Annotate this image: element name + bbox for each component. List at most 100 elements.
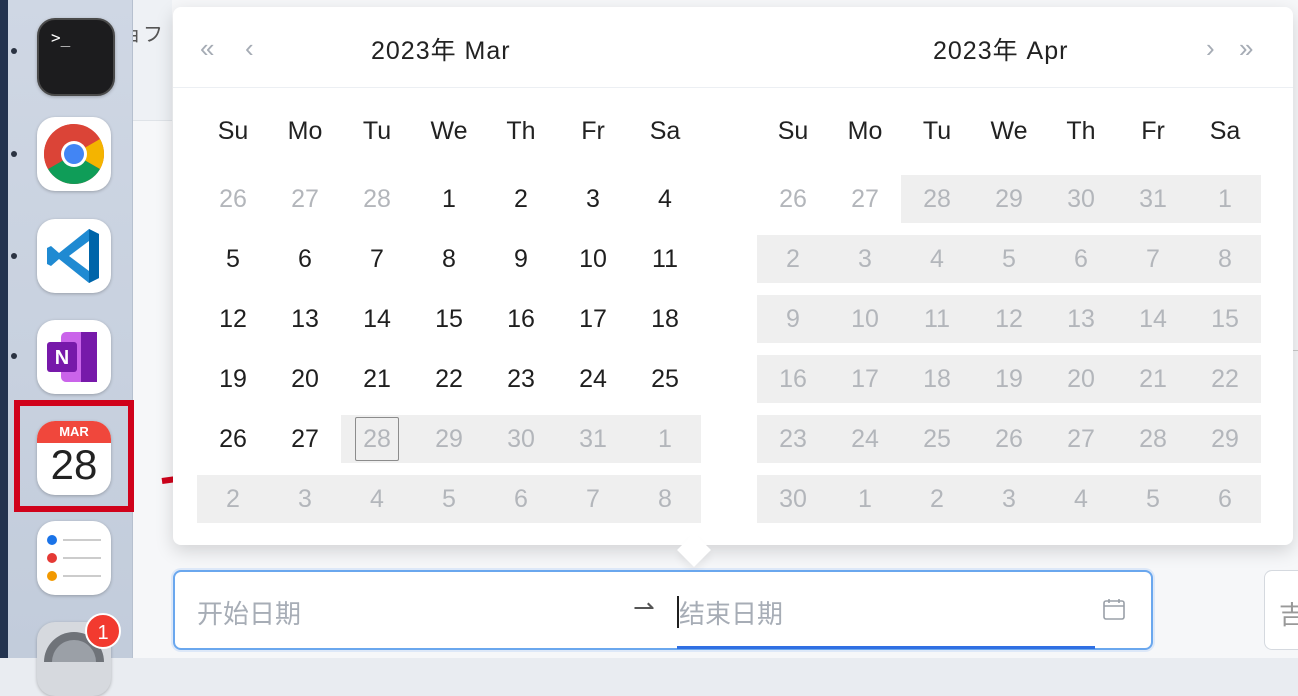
weekday-label: We [990,117,1028,145]
date-cell-label: 21 [1139,365,1167,393]
start-date-input[interactable]: 开始日期 [197,594,301,631]
date-cell[interactable]: 15 [413,295,485,343]
date-cell-label: 2 [786,245,800,273]
date-cell[interactable]: 3 [557,175,629,223]
date-cell[interactable]: 11 [629,235,701,283]
right-month-title[interactable]: 2023年 Apr [933,31,1068,67]
date-cell-label: 3 [1002,485,1016,513]
date-cell[interactable]: 14 [341,295,413,343]
date-cell-label: 4 [658,185,672,213]
date-cell-label: 27 [851,185,879,213]
weekday-label: Su [217,117,249,145]
date-cell-label: 27 [291,185,319,213]
prev-month-button[interactable]: ‹ [245,35,254,61]
date-cell: 21 [1117,355,1189,403]
date-cell: 20 [1045,355,1117,403]
date-cell[interactable]: 12 [197,295,269,343]
date-cell[interactable]: 17 [557,295,629,343]
date-cell: 26 [197,175,269,223]
date-cell-label: 21 [363,365,391,393]
next-year-button[interactable]: » [1239,35,1253,61]
date-cell-label: 19 [219,365,247,393]
date-cell-label: 16 [507,305,535,333]
date-cell: 4 [341,475,413,523]
date-cell: 8 [629,475,701,523]
next-month-button[interactable]: › [1206,35,1215,61]
date-cell-label: 7 [586,485,600,513]
date-cell[interactable]: 6 [269,235,341,283]
left-month-title[interactable]: 2023年 Mar [371,31,511,67]
date-cell-label: 2 [514,185,528,213]
side-button[interactable]: 吉 [1264,570,1298,650]
date-cell: 24 [829,415,901,463]
date-cell-label: 26 [219,185,247,213]
date-cell[interactable]: 22 [413,355,485,403]
date-cell: 17 [829,355,901,403]
date-cell[interactable]: 27 [269,415,341,463]
date-cell[interactable]: 10 [557,235,629,283]
weekday-label: Th [1066,117,1096,145]
date-cell[interactable]: 4 [629,175,701,223]
date-cell[interactable]: 23 [485,355,557,403]
weekday-label: We [430,117,468,145]
date-cell[interactable]: 24 [557,355,629,403]
date-cell-label: 5 [442,485,456,513]
date-cell[interactable]: 21 [341,355,413,403]
calendar-icon[interactable] [1103,598,1125,620]
prev-year-button[interactable]: « [200,35,214,61]
date-cell: 28 [341,175,413,223]
date-cell: 6 [1045,235,1117,283]
date-cell-label: 2 [930,485,944,513]
date-cell-label: 17 [851,365,879,393]
date-cell[interactable]: 13 [269,295,341,343]
date-cell-label: 28 [363,185,391,213]
date-cell: 31 [1117,175,1189,223]
date-cell-label: 1 [658,425,672,453]
date-cell-label: 30 [779,485,807,513]
date-cell: 10 [829,295,901,343]
date-cell-label: 28 [1139,425,1167,453]
date-cell-label: 14 [363,305,391,333]
date-cell-label: 27 [1067,425,1095,453]
date-cell-label: 6 [1218,485,1232,513]
date-cell-label: 20 [1067,365,1095,393]
date-cell-label: 20 [291,365,319,393]
date-range-input[interactable]: 开始日期 ⇀ 结束日期 [173,570,1153,650]
date-cell: 30 [485,415,557,463]
date-cell-label: 26 [779,185,807,213]
date-cell-label: 14 [1139,305,1167,333]
date-cell-label: 4 [1074,485,1088,513]
date-cell-label: 8 [658,485,672,513]
weekday-label: Fr [581,117,605,145]
today-marker [355,417,399,461]
date-cell[interactable]: 19 [197,355,269,403]
date-cell-label: 29 [435,425,463,453]
date-cell-label: 29 [1211,425,1239,453]
date-cell[interactable]: 16 [485,295,557,343]
date-cell-label: 5 [1002,245,1016,273]
date-cell-label: 1 [1218,185,1232,213]
date-cell[interactable]: 7 [341,235,413,283]
date-cell[interactable]: 2 [485,175,557,223]
date-cell: 13 [1045,295,1117,343]
date-cell[interactable]: 5 [197,235,269,283]
date-cell: 19 [973,355,1045,403]
date-cell-label: 12 [219,305,247,333]
weekday-label: Su [777,117,809,145]
weekday-label: Sa [649,117,681,145]
date-cell[interactable]: 26 [197,415,269,463]
date-cell-label: 2 [226,485,240,513]
date-cell: 30 [1045,175,1117,223]
date-cell[interactable]: 1 [413,175,485,223]
end-date-input[interactable]: 结束日期 [679,594,783,631]
date-cell-label: 16 [779,365,807,393]
date-cell[interactable]: 18 [629,295,701,343]
date-cell: 1 [629,415,701,463]
date-cell-label: 18 [923,365,951,393]
date-cell[interactable]: 8 [413,235,485,283]
date-cell-label: 9 [514,245,528,273]
date-cell[interactable]: 20 [269,355,341,403]
date-cell[interactable]: 9 [485,235,557,283]
date-cell-label: 25 [651,365,679,393]
date-cell[interactable]: 25 [629,355,701,403]
